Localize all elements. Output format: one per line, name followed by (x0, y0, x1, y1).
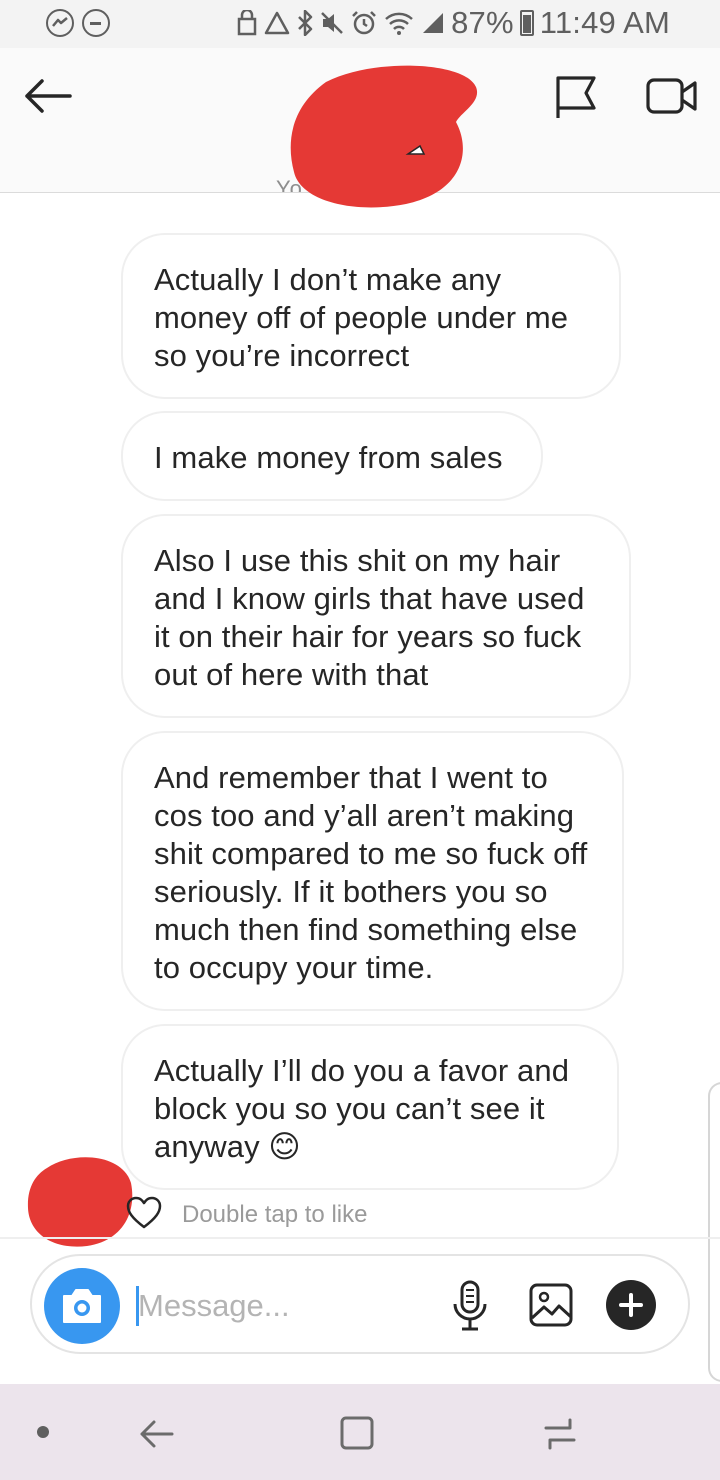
video-call-button[interactable] (646, 76, 698, 116)
home-square-icon (340, 1416, 374, 1450)
messenger-icon (46, 9, 74, 37)
message-bubble[interactable]: Also I use this shit on my hair and I kn… (121, 514, 631, 718)
back-button[interactable] (22, 76, 74, 116)
flag-icon (556, 76, 596, 118)
like-heart-icon[interactable] (126, 1196, 162, 1230)
gallery-button[interactable] (528, 1282, 574, 1328)
recycle-icon (264, 11, 290, 35)
signal-icon (423, 13, 444, 33)
message-bubble[interactable]: And remember that I went to cos too and … (121, 731, 624, 1011)
nav-dot-indicator[interactable] (37, 1426, 49, 1438)
video-camera-icon (646, 78, 697, 114)
redaction-mark (286, 62, 482, 210)
camera-icon (63, 1289, 101, 1323)
message-composer (30, 1254, 690, 1354)
system-nav-bar (0, 1384, 720, 1480)
nav-home-button[interactable] (338, 1414, 376, 1452)
wifi-icon (385, 12, 413, 35)
back-arrow-icon (25, 79, 72, 113)
status-bar: 87% 11:49 AM (0, 0, 720, 48)
back-icon (140, 1420, 174, 1448)
status-time: 11:49 AM (539, 5, 670, 40)
image-icon (529, 1283, 573, 1327)
microphone-icon (453, 1280, 487, 1331)
message-bubble[interactable]: I make money from sales (121, 411, 543, 501)
message-thread[interactable]: Actually I don’t make any money off of p… (0, 194, 720, 1382)
do-not-disturb-icon (82, 9, 110, 37)
battery-icon (519, 10, 534, 36)
nav-back-button[interactable] (136, 1414, 176, 1454)
recents-icon (544, 1418, 576, 1450)
more-options-button[interactable] (606, 1280, 656, 1330)
camera-button[interactable] (44, 1268, 120, 1344)
status-icons (237, 10, 445, 36)
status-right: 87% 11:49 AM (237, 5, 670, 41)
composer-divider (0, 1237, 720, 1239)
bluetooth-icon (298, 10, 313, 36)
message-bubble[interactable]: Actually I’ll do you a favor and block y… (121, 1024, 619, 1190)
voice-message-button[interactable] (450, 1280, 490, 1332)
battery-percent: 87% (451, 5, 514, 40)
mute-icon (321, 12, 343, 34)
status-left-icons (46, 9, 110, 37)
nav-recents-button[interactable] (540, 1414, 580, 1454)
avatar (27, 1153, 135, 1248)
message-bubble[interactable]: Actually I don’t make any money off of p… (121, 233, 621, 399)
conversation-header: Yo (0, 48, 720, 208)
double-tap-hint: Double tap to like (182, 1201, 368, 1228)
scroll-edge[interactable] (708, 1082, 720, 1382)
message-input[interactable] (136, 1278, 436, 1334)
alarm-icon (352, 11, 376, 35)
plus-icon (619, 1293, 643, 1317)
secure-folder-icon (237, 10, 257, 36)
report-flag-button[interactable] (552, 74, 598, 120)
